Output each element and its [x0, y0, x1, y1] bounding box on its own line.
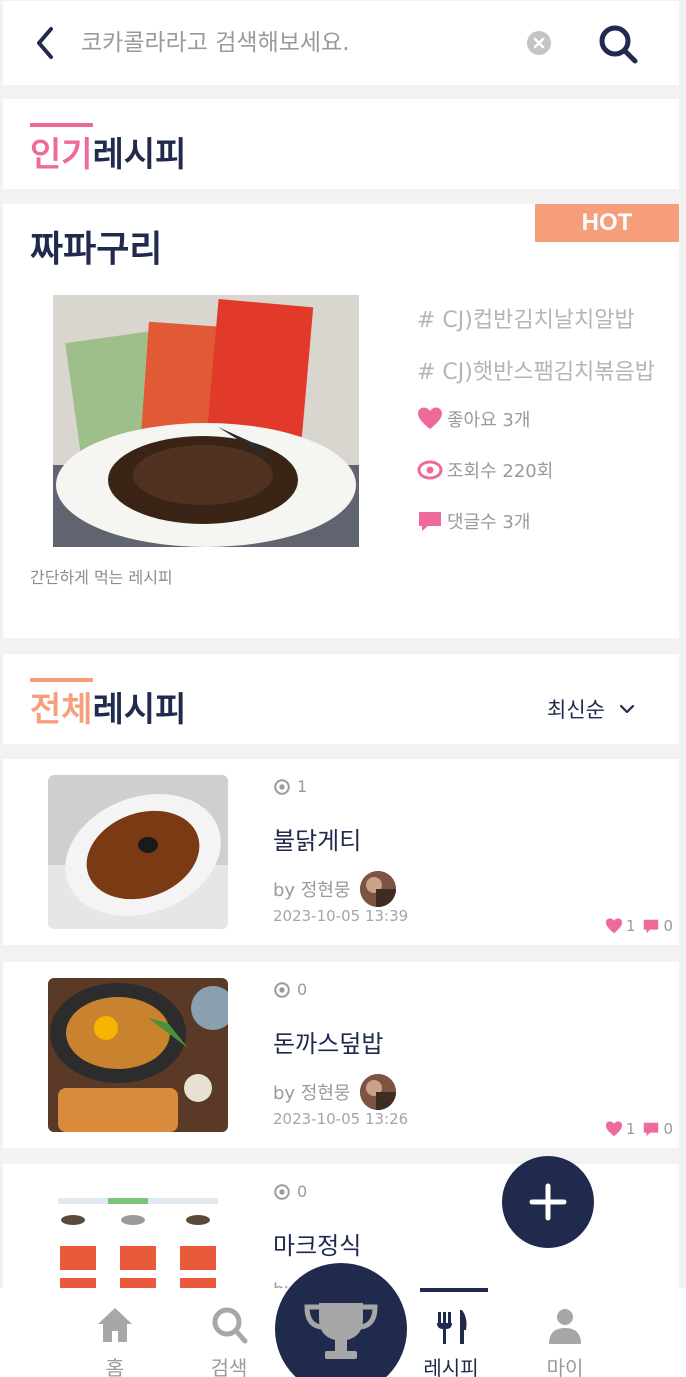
nav-search[interactable]: 검색: [184, 1288, 274, 1377]
trophy-icon: [304, 1303, 378, 1359]
hot-recipe-tag[interactable]: # CJ)컵반김치날치알밥: [417, 302, 657, 334]
comments-text: 댓글수 3개: [447, 512, 531, 533]
all-title-rest: 레시피: [92, 690, 187, 730]
comment-icon: [644, 1122, 659, 1137]
search-input[interactable]: [81, 21, 501, 65]
recipe-views: 0: [273, 1182, 307, 1201]
recipe-counts: 1 0: [605, 917, 673, 935]
hot-recipe-card[interactable]: HOT 짜파구리 간단하게 먹는 레시피 # CJ)컵반김치날치알밥 # CJ)…: [3, 204, 679, 638]
hot-recipe-image: [53, 295, 359, 547]
eye-icon: [417, 460, 443, 480]
recipe-views: 1: [273, 777, 307, 796]
nav-active-indicator: [420, 1288, 488, 1292]
all-section-title: 전체레시피: [30, 678, 187, 731]
all-section-header: 전체레시피 최신순: [3, 654, 679, 744]
nav-home-label: 홈: [105, 1356, 125, 1377]
sort-dropdown[interactable]: 최신순: [547, 694, 635, 724]
recipe-thumbnail: [48, 978, 228, 1132]
recipe-card[interactable]: 0 돈까스덮밥 by 정현뭉 2023-10-05 13:26 1 0: [3, 962, 679, 1148]
recipe-views-count: 0: [297, 980, 308, 999]
clear-search-button[interactable]: [527, 31, 551, 55]
close-icon: [533, 37, 545, 49]
comment-icon: [419, 512, 441, 531]
recipe-views: 0: [273, 980, 307, 999]
recipe-views-count: 0: [297, 1182, 308, 1201]
eye-icon: [274, 981, 290, 998]
recipe-comments-count: 0: [663, 917, 673, 935]
home-icon: [98, 1308, 132, 1342]
recipe-counts: 1 0: [605, 1120, 673, 1138]
search-header: [3, 1, 679, 85]
user-icon: [549, 1309, 581, 1344]
avatar: [360, 1074, 397, 1110]
hot-badge: HOT: [535, 204, 679, 242]
nav-recipe-label: 레시피: [423, 1356, 479, 1377]
recipe-likes-count: 1: [625, 917, 636, 935]
avatar: [360, 871, 397, 907]
search-icon: [212, 1307, 248, 1344]
popular-section-header: 인기레시피: [3, 99, 679, 189]
plus-icon: [529, 1183, 567, 1221]
nav-recipe[interactable]: 레시피: [406, 1288, 496, 1377]
search-icon: [599, 25, 638, 64]
recipe-author: by 정현뭉: [273, 871, 397, 907]
recipe-title: 마크정식: [273, 1232, 362, 1260]
recipe-card[interactable]: 1 불닭게티 by 정현뭉 2023-10-05 13:39 1 0: [3, 759, 679, 945]
search-button[interactable]: [597, 23, 639, 65]
recipe-thumbnail: [48, 775, 228, 929]
eye-icon: [274, 1183, 290, 1200]
hot-recipe-tag[interactable]: # CJ)햇반스팸김치볶음밥: [417, 354, 657, 386]
chevron-left-icon: [37, 27, 53, 59]
recipe-author-name: by 정현뭉: [273, 1083, 351, 1104]
heart-icon: [418, 407, 442, 429]
recipe-comments-count: 0: [663, 1120, 673, 1138]
eye-icon: [274, 778, 290, 795]
recipe-views-count: 1: [297, 777, 308, 796]
likes-stat: 좋아요 3개: [417, 406, 530, 432]
nav-home[interactable]: 홈: [70, 1288, 160, 1377]
popular-title-rest: 레시피: [92, 135, 187, 175]
recipe-title: 불닭게티: [273, 827, 362, 855]
popular-section-title: 인기레시피: [30, 123, 187, 176]
ranking-button[interactable]: [275, 1263, 407, 1377]
recipe-date: 2023-10-05 13:39: [273, 907, 409, 925]
nav-my[interactable]: 마이: [520, 1288, 610, 1377]
recipe-date: 2023-10-05 13:26: [273, 1110, 409, 1128]
all-title-accent: 전체: [30, 678, 93, 731]
back-button[interactable]: [31, 25, 61, 61]
views-stat: 조회수 220회: [417, 457, 553, 483]
likes-text: 좋아요 3개: [447, 410, 531, 431]
nav-my-label: 마이: [546, 1356, 584, 1377]
recipe-author-name: by 정현뭉: [273, 880, 351, 901]
chevron-down-icon: [619, 704, 635, 714]
sort-label: 최신순: [547, 698, 605, 722]
hot-recipe-description: 간단하게 먹는 레시피: [30, 568, 173, 587]
heart-icon: [605, 918, 623, 934]
add-recipe-button[interactable]: [502, 1156, 594, 1248]
comment-icon: [644, 919, 659, 934]
nav-search-label: 검색: [210, 1356, 248, 1377]
recipe-likes-count: 1: [625, 1120, 636, 1138]
comments-stat: 댓글수 3개: [417, 508, 530, 534]
popular-title-accent: 인기: [30, 123, 93, 176]
views-text: 조회수 220회: [447, 461, 554, 482]
hot-recipe-title: 짜파구리: [30, 229, 163, 270]
fork-knife-icon: [437, 1310, 467, 1344]
recipe-title: 돈까스덮밥: [273, 1030, 384, 1058]
heart-icon: [605, 1121, 623, 1137]
recipe-author: by 정현뭉: [273, 1074, 397, 1110]
